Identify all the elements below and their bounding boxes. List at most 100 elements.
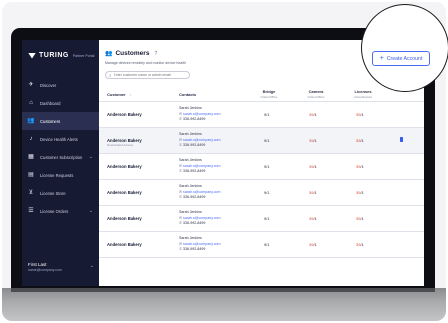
brand-subtitle: Partner Portal (72, 53, 95, 58)
turing-logo-icon (28, 52, 36, 59)
page-header: 👥 Customers ? (105, 50, 157, 57)
sidebar-item-license-orders[interactable]: ☰ License Orders ⌄ (22, 202, 99, 220)
sidebar-item-label: Discover (40, 82, 57, 88)
laptop-base (2, 288, 446, 321)
camera-count: 39/1 (309, 112, 317, 117)
sidebar-item-license-requests[interactable]: ▤ License Requests (22, 166, 99, 184)
phone-icon: ✆ (179, 221, 183, 226)
license-count: 39/1 (356, 138, 364, 143)
customer-name[interactable]: Anderson Bakery (107, 190, 142, 195)
column-camera-label: Camera (308, 89, 324, 94)
mail-icon: ✉ (179, 241, 183, 246)
customer-name[interactable]: Anderson Bakery (107, 216, 142, 221)
bridge-count: 9/1 (264, 164, 270, 169)
contact-email[interactable]: sarah.s@company.com (183, 242, 221, 246)
camera-count: 39/1 (309, 190, 317, 195)
sidebar: TURING Partner Portal ✈ Discover ⌂ Dashboar… (22, 40, 99, 286)
contact-phone: 336-992-8499 (183, 117, 206, 122)
license-count: 39/1 (356, 242, 364, 247)
sidebar-item-label: License Orders (40, 208, 69, 214)
contact-phone: 336-992-8499 (183, 195, 206, 200)
user-menu[interactable]: First Last name@company.com ⌄ (28, 262, 94, 272)
table-row[interactable]: Anderson Bakery Deactivated Access Sarah J… (99, 128, 424, 154)
rocket-icon: ✈ (28, 82, 34, 88)
home-icon: ⌂ (29, 100, 33, 106)
sidebar-item-customer-subscription[interactable]: ▦ Customer Subscription ⌄ (22, 148, 99, 166)
contact-phone: 336-992-8499 (183, 169, 206, 174)
table-row[interactable]: Anderson Bakery Sarah Jenkins ✉sarah.s@com… (99, 232, 424, 258)
mail-icon: ✉ (179, 111, 183, 116)
sidebar-item-label: License Store (40, 190, 66, 196)
search-box[interactable]: ⌕ (105, 71, 190, 79)
mail-icon: ✉ (179, 163, 183, 168)
contact-cell: Sarah Jenkins ✉sarah.s@company.com ✆336-99… (179, 184, 221, 201)
app-screen: TURING Partner Portal ✈ Discover ⌂ Dashboar… (22, 40, 424, 286)
table-row[interactable]: Anderson Bakery Sarah Jenkins ✉sarah.s@com… (99, 154, 424, 180)
column-customer-label: Customer (107, 92, 126, 97)
sidebar-item-dashboard[interactable]: ⌂ Dashboard (22, 94, 99, 112)
column-customer[interactable]: Customer ↓ (107, 92, 132, 97)
customer-name[interactable]: Anderson Bakery (107, 164, 142, 169)
contact-cell: Sarah Jenkins ✉sarah.s@company.com ✆336-99… (179, 106, 221, 123)
calendar-icon: ▦ (28, 154, 34, 160)
trash-icon[interactable] (400, 137, 403, 142)
document-icon: ▤ (28, 172, 34, 178)
contact-cell: Sarah Jenkins ✉sarah.s@company.com ✆336-99… (179, 236, 221, 253)
customer-name[interactable]: Anderson Bakery (107, 112, 142, 117)
table-header: Customer ↓ Contacts Bridge Online/Offlin… (99, 88, 424, 102)
sidebar-nav: ✈ Discover ⌂ Dashboard 👥 Customers ♪ Device Hea… (22, 76, 99, 220)
license-count: 39/1 (356, 216, 364, 221)
contact-phone: 336-992-8499 (183, 247, 206, 252)
create-account-button[interactable]: + Create Account (372, 51, 430, 66)
column-camera: Camera Online/Offline (301, 89, 331, 99)
phone-icon: ✆ (179, 247, 183, 252)
contact-cell: Sarah Jenkins ✉sarah.s@company.com ✆336-99… (179, 158, 221, 175)
sidebar-item-label: License Requests (40, 172, 74, 178)
contact-email[interactable]: sarah.s@company.com (183, 164, 221, 168)
contact-email[interactable]: sarah.s@company.com (183, 138, 221, 142)
camera-count: 39/1 (309, 138, 317, 143)
chevron-down-icon: ⌄ (88, 154, 93, 160)
search-icon: ⌕ (109, 72, 112, 78)
table-row[interactable]: Anderson Bakery Sarah Jenkins ✉sarah.s@com… (99, 206, 424, 232)
contact-email[interactable]: sarah.s@company.com (183, 216, 221, 220)
help-icon[interactable]: ? (154, 51, 157, 57)
brand-name: TURING (39, 52, 69, 59)
search-input[interactable] (113, 73, 189, 77)
bell-icon: ♪ (29, 136, 33, 142)
sidebar-item-license-store[interactable]: ⊻ License Store (22, 184, 99, 202)
contact-email[interactable]: sarah.s@company.com (183, 112, 221, 116)
column-bridge: Bridge Online/Offline (254, 89, 284, 99)
contact-email[interactable]: sarah.s@company.com (183, 190, 221, 194)
sidebar-item-label: Device Health Alerts (40, 136, 78, 142)
users-icon: 👥 (27, 118, 35, 124)
table-row[interactable]: Anderson Bakery Sarah Jenkins ✉sarah.s@com… (99, 180, 424, 206)
page-title: Customers (115, 50, 150, 57)
column-licenses: Licenses Active/Expired (348, 89, 378, 99)
bridge-count: 9/1 (264, 190, 270, 195)
license-count: 39/1 (356, 164, 364, 169)
column-camera-sub: Online/Offline (307, 95, 325, 99)
page-subtitle: Manage devices remotely and monitor devi… (105, 61, 186, 65)
sidebar-item-discover[interactable]: ✈ Discover (22, 76, 99, 94)
column-licenses-sub: Active/Expired (354, 95, 372, 99)
license-count: 39/1 (356, 112, 364, 117)
mail-icon: ✉ (179, 137, 183, 142)
user-name: First Last (28, 262, 47, 267)
chevron-down-icon: ⌄ (89, 263, 94, 269)
customer-name[interactable]: Anderson Bakery (107, 242, 142, 247)
user-email: name@company.com (28, 268, 62, 272)
camera-count: 39/1 (309, 216, 317, 221)
brand[interactable]: TURING Partner Portal (28, 52, 94, 59)
bridge-count: 9/1 (264, 112, 270, 117)
sidebar-item-customers[interactable]: 👥 Customers (22, 112, 99, 130)
column-bridge-sub: Online/Offline (260, 95, 278, 99)
table-row[interactable]: Anderson Bakery Sarah Jenkins ✉sarah.s@com… (99, 102, 424, 128)
plus-icon: + (379, 55, 384, 62)
bridge-count: 9/1 (264, 138, 270, 143)
phone-icon: ✆ (179, 195, 183, 200)
sidebar-item-device-health-alerts[interactable]: ♪ Device Health Alerts (22, 130, 99, 148)
cart-icon: ⊻ (28, 190, 34, 196)
contact-phone: 336-992-8499 (183, 221, 206, 226)
license-count: 39/1 (356, 190, 364, 195)
